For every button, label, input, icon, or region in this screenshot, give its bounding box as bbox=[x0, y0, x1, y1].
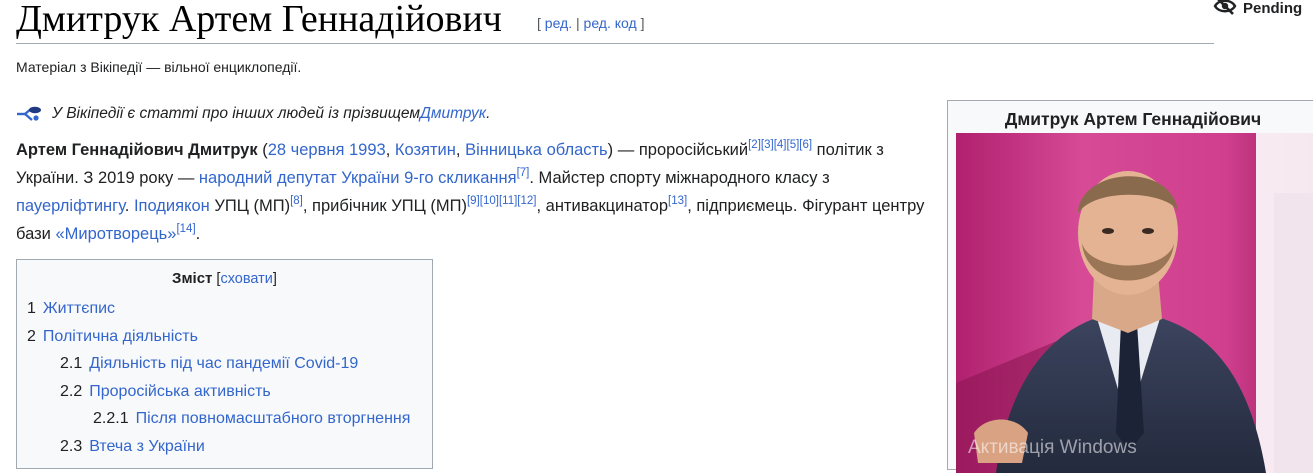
reference-group: [9][10][11][12] bbox=[467, 195, 537, 207]
edit-bracket-open: [ bbox=[537, 15, 545, 31]
hypodeacon-link[interactable]: Іподиякон bbox=[134, 197, 210, 215]
reference-link[interactable]: [6] bbox=[799, 139, 812, 151]
lead-text: , bbox=[455, 141, 466, 159]
myrotvorets-link[interactable]: «Миротворець» bbox=[55, 225, 176, 243]
reference-link[interactable]: [2] bbox=[748, 139, 761, 151]
toc-item-label[interactable]: Після повномасштабного вторгнення bbox=[136, 410, 411, 427]
edit-section-links: [ ред. | ред. код ] bbox=[537, 15, 644, 31]
infobox-title: Дмитрук Артем Геннадійович bbox=[1004, 109, 1262, 129]
reference-link[interactable]: [5] bbox=[787, 139, 800, 151]
toc-item-political-activity[interactable]: 2 Політична діяльність bbox=[27, 323, 422, 351]
reference-link[interactable]: [3] bbox=[761, 139, 774, 151]
page-title: Дмитрук Артем Геннадійович bbox=[16, 0, 502, 40]
birthplace-region-link[interactable]: Вінницька область bbox=[465, 141, 608, 159]
reference-link[interactable]: [11] bbox=[499, 195, 517, 207]
peoples-deputy-link[interactable]: народний депутат України 9-го скликання bbox=[199, 169, 517, 187]
reference-link[interactable]: [8] bbox=[290, 195, 303, 207]
toc-item-biography[interactable]: 1 Життєпис bbox=[27, 295, 422, 323]
powerlifting-link[interactable]: пауерліфтингу bbox=[16, 197, 125, 215]
lead-text: ( bbox=[257, 141, 268, 159]
page-heading: Дмитрук Артем Геннадійович [ ред. | ред.… bbox=[16, 0, 1214, 44]
disambiguation-icon bbox=[16, 105, 42, 123]
reference-link[interactable]: [13] bbox=[668, 195, 687, 207]
toc-item-after-invasion[interactable]: 2.2.1 Після повномасштабного вторгнення bbox=[27, 405, 422, 433]
edit-link[interactable]: ред. bbox=[545, 15, 572, 31]
toc-number: 2.2.1 bbox=[93, 410, 129, 427]
toc-number: 2.1 bbox=[60, 355, 83, 372]
toc-toggle: [сховати] bbox=[212, 271, 277, 287]
reference-group: [7] bbox=[517, 167, 530, 179]
toc-number: 1 bbox=[27, 300, 36, 317]
hatnote-text: У Вікіпедії є статті про інших людей із … bbox=[52, 105, 420, 122]
edit-source-link[interactable]: ред. код bbox=[584, 15, 637, 31]
hatnote: У Вікіпедії є статті про інших людей із … bbox=[16, 101, 490, 127]
reference-group: [2][3][4][5][6] bbox=[748, 139, 812, 151]
windows-activation-watermark: Активація Windows bbox=[968, 437, 1137, 458]
reference-link[interactable]: [12] bbox=[517, 195, 536, 207]
toc-toggle-bracket: ] bbox=[272, 271, 277, 287]
pending-label: Pending bbox=[1243, 0, 1303, 17]
table-of-contents: Зміст [сховати] 1 Життєпис 2 Політична дія… bbox=[16, 259, 433, 469]
infobox: Дмитрук Артем Геннадійович bbox=[947, 100, 1313, 473]
toc-item-label[interactable]: Проросійська активність bbox=[89, 383, 271, 400]
reference-link[interactable]: [9] bbox=[467, 195, 480, 207]
lead-text: , прибічник УПЦ (МП) bbox=[302, 197, 467, 215]
toc-item-label[interactable]: Діяльність під час пандемії Covid-19 bbox=[89, 355, 358, 372]
lead-text: , bbox=[385, 141, 395, 159]
lead-text: УПЦ (МП) bbox=[209, 197, 291, 215]
hatnote-surname-link[interactable]: Дмитрук bbox=[420, 105, 486, 123]
edit-bracket-close: ] bbox=[636, 15, 645, 31]
reference-link[interactable]: [10] bbox=[480, 195, 499, 207]
toc-title: Зміст bbox=[172, 270, 213, 287]
infobox-portrait-photo[interactable] bbox=[956, 133, 1313, 473]
reference-group: [8] bbox=[290, 195, 303, 207]
toc-number: 2 bbox=[27, 327, 36, 345]
toc-item-escape[interactable]: 2.3 Втеча з України bbox=[27, 433, 422, 461]
reference-link[interactable]: [14] bbox=[176, 223, 195, 235]
reference-link[interactable]: [4] bbox=[774, 139, 787, 151]
subject-name: Артем Геннадійович Дмитрук bbox=[16, 141, 258, 159]
toc-number: 2.2 bbox=[60, 382, 83, 400]
toc-header: Зміст [сховати] bbox=[27, 270, 422, 287]
reference-group: [14] bbox=[176, 223, 195, 235]
toc-number: 2.3 bbox=[60, 437, 83, 455]
lead-paragraph: Артем Геннадійович Дмитрук (28 червня 19… bbox=[16, 136, 931, 248]
pending-changes-indicator[interactable]: Pending bbox=[1213, 0, 1302, 19]
toc-item-pro-russian-activity[interactable]: 2.2 Проросійська активність bbox=[27, 378, 422, 406]
lead-text: , антивакцинатор bbox=[536, 197, 668, 215]
edit-separator: | bbox=[572, 15, 584, 31]
lead-text: . bbox=[124, 197, 134, 215]
eye-slash-icon bbox=[1213, 0, 1237, 19]
reference-group: [13] bbox=[668, 195, 687, 207]
birth-date-link[interactable]: 28 червня 1993 bbox=[268, 141, 386, 159]
lead-text: ) — проросійський bbox=[607, 141, 749, 159]
birthplace-city-link[interactable]: Козятин bbox=[395, 141, 456, 159]
lead-text: . bbox=[195, 225, 201, 243]
lead-text: . Майстер спорту міжнародного класу з bbox=[529, 169, 830, 187]
toc-item-label[interactable]: Життєпис bbox=[43, 300, 115, 317]
site-tagline: Матеріал з Вікіпедії — вільної енциклопе… bbox=[16, 59, 302, 75]
toc-item-label[interactable]: Втеча з України bbox=[89, 438, 205, 455]
toc-hide-link[interactable]: сховати bbox=[220, 271, 272, 287]
toc-item-label[interactable]: Політична діяльність bbox=[43, 328, 198, 345]
reference-link[interactable]: [7] bbox=[517, 167, 530, 179]
hatnote-end: . bbox=[486, 105, 491, 122]
toc-item-covid-activity[interactable]: 2.1 Діяльність під час пандемії Covid-19 bbox=[27, 350, 422, 378]
